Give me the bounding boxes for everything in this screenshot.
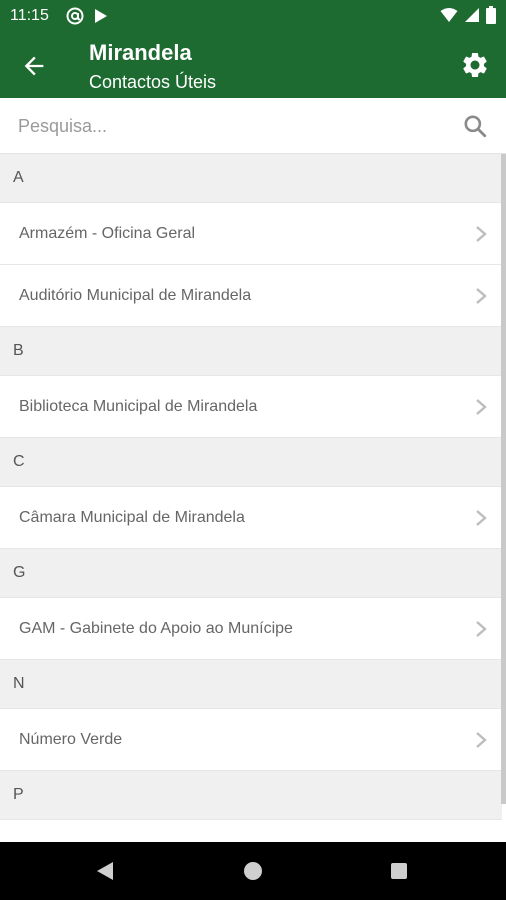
list-item-label: Câmara Municipal de Mirandela — [19, 508, 245, 526]
list-item[interactable]: Câmara Municipal de Mirandela — [0, 487, 502, 549]
list-item[interactable]: Número Verde — [0, 709, 502, 771]
wifi-icon — [440, 8, 458, 22]
gear-icon[interactable] — [460, 50, 490, 80]
navigation-bar — [0, 842, 506, 900]
list-item-label: Auditório Municipal de Mirandela — [19, 286, 252, 304]
at-sign-icon — [66, 7, 84, 25]
section-header-a: A — [0, 154, 502, 203]
signal-icon — [465, 8, 479, 22]
chevron-right-icon — [476, 288, 487, 304]
contacts-list[interactable]: A Armazém - Oficina Geral Auditório Muni… — [0, 154, 502, 842]
list-item-label: Biblioteca Municipal de Mirandela — [19, 397, 258, 415]
search-input[interactable] — [18, 112, 438, 140]
play-store-icon — [95, 9, 107, 23]
app-bar: Mirandela Contactos Úteis — [0, 32, 506, 98]
chevron-right-icon — [476, 732, 487, 748]
page-subtitle: Contactos Úteis — [89, 72, 217, 92]
status-right-icons — [440, 6, 496, 24]
list-item-label: GAM - Gabinete do Apoio ao Munícipe — [19, 619, 293, 637]
arrow-left-icon[interactable] — [20, 52, 48, 80]
chevron-right-icon — [476, 510, 487, 526]
list-item[interactable]: GAM - Gabinete do Apoio ao Munícipe — [0, 598, 502, 660]
scrollbar[interactable] — [501, 154, 506, 804]
search-bar — [0, 98, 506, 154]
section-header-g: G — [0, 549, 502, 598]
battery-icon — [486, 6, 496, 24]
section-header-c: C — [0, 438, 502, 487]
chevron-right-icon — [476, 621, 487, 637]
chevron-right-icon — [476, 226, 487, 242]
section-header-n: N — [0, 660, 502, 709]
list-item[interactable]: Armazém - Oficina Geral — [0, 203, 502, 265]
list-item[interactable]: Biblioteca Municipal de Mirandela — [0, 376, 502, 438]
list-item-label: Armazém - Oficina Geral — [19, 224, 196, 242]
chevron-right-icon — [476, 399, 487, 415]
search-icon[interactable] — [462, 113, 488, 139]
section-header-b: B — [0, 327, 502, 376]
section-header-p: P — [0, 771, 502, 820]
list-item[interactable] — [0, 820, 502, 842]
page-title: Mirandela — [89, 40, 192, 65]
nav-home-icon[interactable] — [244, 862, 262, 880]
nav-recents-icon[interactable] — [391, 863, 407, 879]
status-time: 11:15 — [10, 7, 49, 24]
list-item[interactable]: Auditório Municipal de Mirandela — [0, 265, 502, 327]
list-item-label: Número Verde — [19, 730, 123, 748]
nav-back-icon[interactable] — [96, 861, 114, 881]
status-bar: 11:15 — [0, 0, 506, 32]
status-left-icons — [66, 7, 108, 25]
